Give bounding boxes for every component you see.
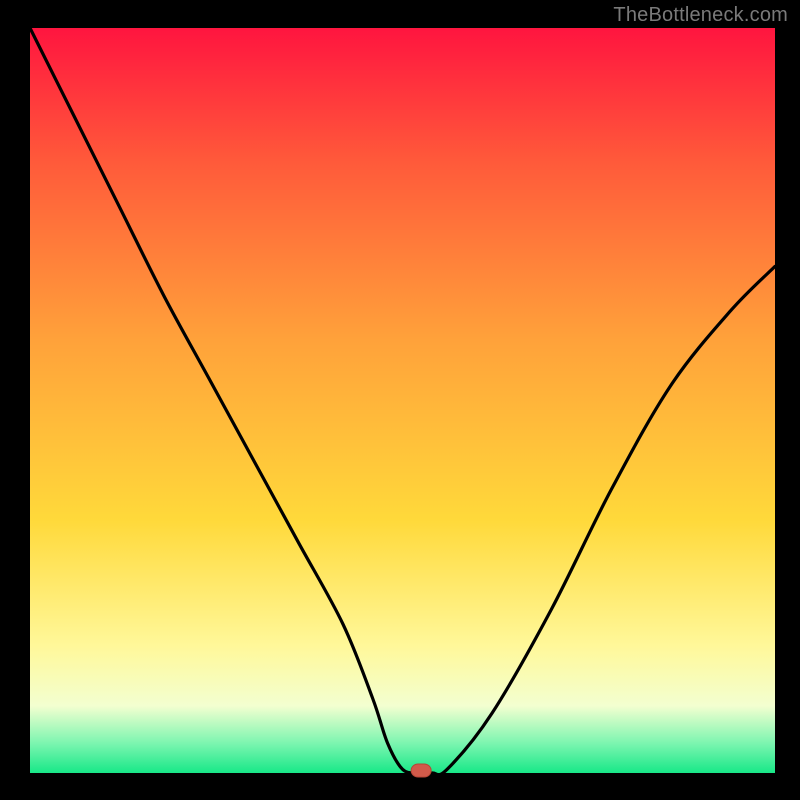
chart-stage: TheBottleneck.com xyxy=(0,0,800,800)
watermark-label: TheBottleneck.com xyxy=(613,4,788,27)
bottleneck-chart xyxy=(0,0,800,800)
plot-background xyxy=(30,28,775,773)
target-point-marker xyxy=(411,764,431,777)
